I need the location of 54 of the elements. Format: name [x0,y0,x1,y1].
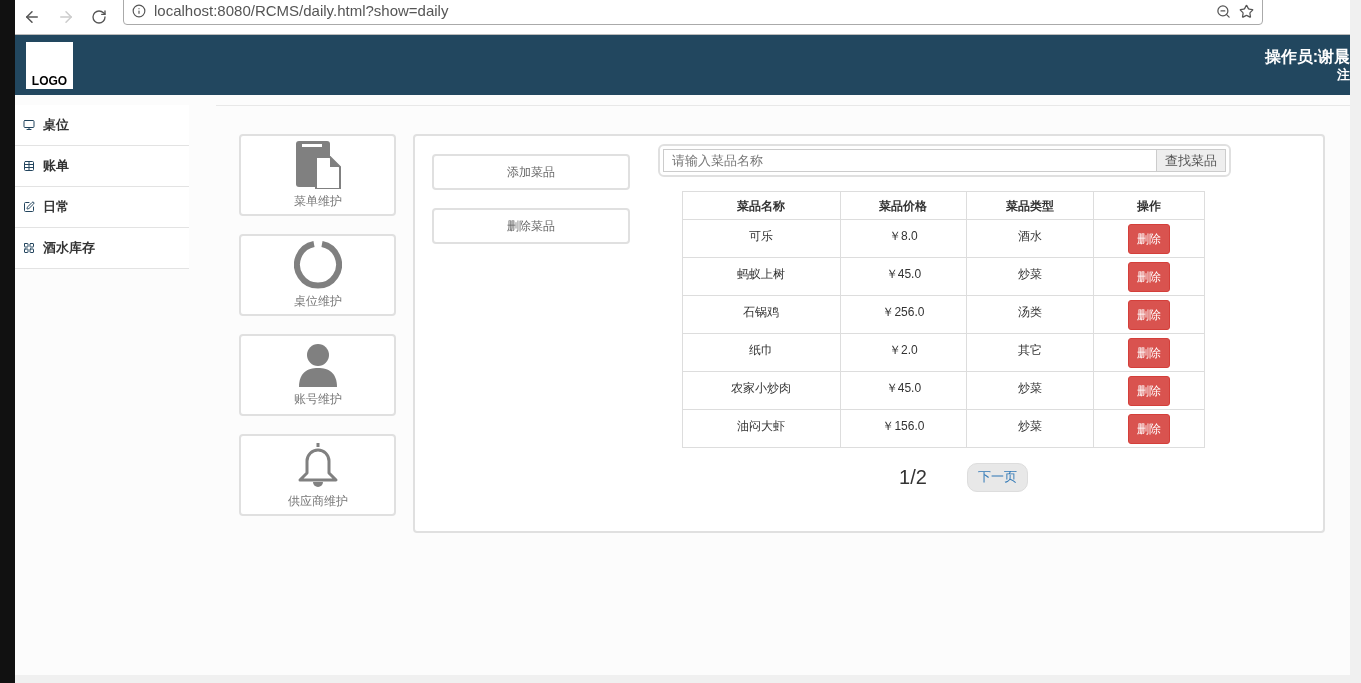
table-cell: ￥45.0 [840,371,967,410]
module-tile[interactable]: 桌位维护 [239,234,396,316]
address-bar[interactable]: localhost:8080/RCMS/daily.html?show=daily [123,0,1263,25]
sidebar-icon [23,242,35,254]
table-cell: ￥156.0 [840,409,967,448]
column-header: 菜品类型 [966,191,1094,220]
delete-button[interactable]: 删除 [1127,223,1170,254]
operator-name: 操作员:谢晨 [1264,46,1350,67]
bookmark-star-icon[interactable] [1239,3,1254,19]
reload-icon[interactable] [91,9,107,25]
search-button[interactable]: 查找菜品 [1157,149,1226,172]
back-icon[interactable] [23,8,41,26]
module-tile[interactable]: 账号维护 [239,334,396,416]
sidebar-icon [23,201,35,213]
column-header: 菜品价格 [840,191,967,220]
delete-button[interactable]: 删除 [1127,413,1170,444]
delete-button[interactable]: 删除 [1127,375,1170,406]
search-field[interactable]: 请输入菜品名称 [663,149,1157,172]
delete-button[interactable]: 删除 [1127,261,1170,292]
table-cell: 蚂蚁上树 [682,257,841,296]
table-cell: 炒菜 [966,257,1094,296]
page-indicator: 1/2 [899,465,927,490]
table-cell: 炒菜 [966,371,1094,410]
table-cell: ￥256.0 [840,295,967,334]
column-header: 操作 [1093,191,1205,220]
next-page-button[interactable]: 下一页 [966,462,1028,492]
table-cell: 酒水 [966,219,1094,258]
table-cell: 纸巾 [682,333,841,372]
action-button[interactable]: 添加菜品 [432,154,630,190]
delete-button[interactable]: 删除 [1127,299,1170,330]
table-cell: 石锅鸡 [682,295,841,334]
action-button[interactable]: 删除菜品 [432,208,630,244]
module-tile[interactable]: 菜单维护 [239,134,396,216]
sidebar-icon [23,160,35,172]
table-cell: 可乐 [682,219,841,258]
user-icon [296,342,339,387]
table-cell: ￥45.0 [840,257,967,296]
document-icon [293,140,342,189]
zoom-icon[interactable] [1216,3,1231,19]
table-cell: ￥8.0 [840,219,967,258]
table-cell: 农家小炒肉 [682,371,841,410]
delete-button[interactable]: 删除 [1127,337,1170,368]
logo: LOGO [26,41,73,89]
module-tile[interactable]: 供应商维护 [239,434,396,516]
table-cell: 炒菜 [966,409,1094,448]
logout-link[interactable]: 注 [1337,66,1350,84]
table-cell: ￥2.0 [840,333,967,372]
ring-icon [293,240,342,289]
table-cell: 汤类 [966,295,1094,334]
info-icon [132,4,146,18]
table-cell: 其它 [966,333,1094,372]
column-header: 菜品名称 [682,191,841,220]
sidebar-icon [23,119,35,131]
table-cell: 油闷大虾 [682,409,841,448]
